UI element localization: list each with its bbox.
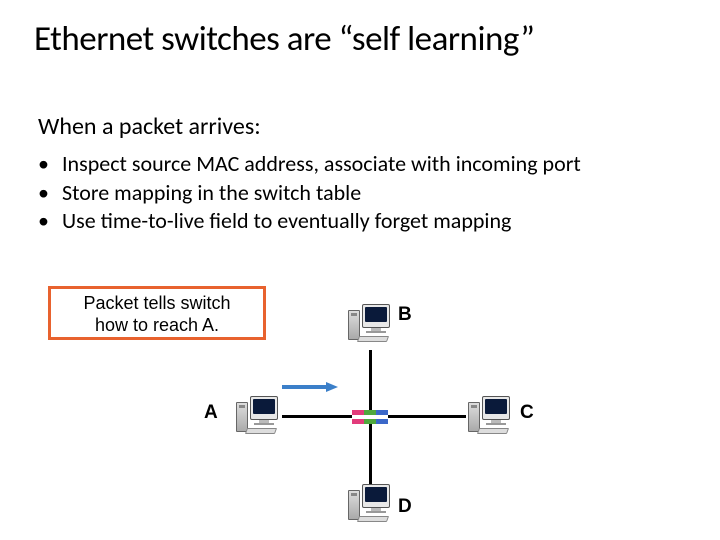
node-label-c: C xyxy=(520,402,534,424)
link-right xyxy=(388,415,466,418)
computer-d-icon xyxy=(348,484,392,524)
link-left xyxy=(282,415,352,418)
bullet-item: • Store mapping in the switch table xyxy=(38,179,581,208)
node-label-a: A xyxy=(204,402,218,424)
bullet-item: • Inspect source MAC address, associate … xyxy=(38,150,581,179)
slide-subtitle: When a packet arrives: xyxy=(38,112,261,141)
slide: Ethernet switches are “self learning” Wh… xyxy=(0,0,720,540)
link-up xyxy=(369,350,372,410)
bullet-text: Store mapping in the switch table xyxy=(62,179,361,208)
computer-a-icon xyxy=(236,396,280,436)
node-label-d: D xyxy=(398,496,412,518)
bullet-text: Inspect source MAC address, associate wi… xyxy=(62,150,581,179)
bullet-dot-icon: • xyxy=(38,207,62,236)
computer-b-icon xyxy=(348,304,392,344)
node-label-b: B xyxy=(398,304,412,326)
bullet-dot-icon: • xyxy=(38,150,62,179)
link-down xyxy=(369,424,372,486)
computer-c-icon xyxy=(468,396,512,436)
bullet-item: • Use time-to-live field to eventually f… xyxy=(38,207,581,236)
switch-hub-icon xyxy=(352,410,388,424)
bullet-list: • Inspect source MAC address, associate … xyxy=(38,150,581,236)
packet-arrow-icon xyxy=(282,382,340,392)
slide-title: Ethernet switches are “self learning” xyxy=(34,18,534,60)
bullet-text: Use time-to-live field to eventually for… xyxy=(62,207,511,236)
network-diagram: A B C D xyxy=(170,280,590,530)
bullet-dot-icon: • xyxy=(38,179,62,208)
